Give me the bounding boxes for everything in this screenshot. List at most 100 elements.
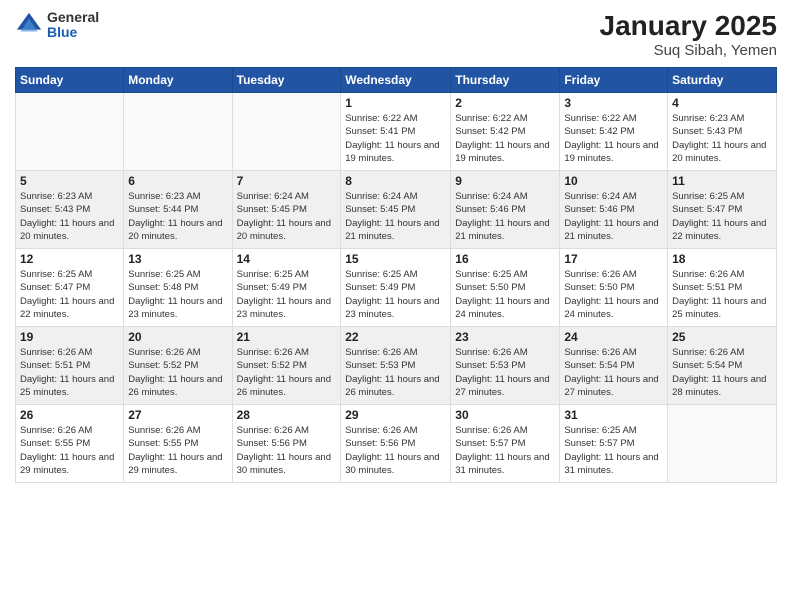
calendar-day-cell: 20 Sunrise: 6:26 AMSunset: 5:52 PMDayligh…	[124, 327, 232, 405]
calendar-day-cell: 12 Sunrise: 6:25 AMSunset: 5:47 PMDayligh…	[16, 249, 124, 327]
page: General Blue January 2025 Suq Sibah, Yem…	[0, 0, 792, 612]
header: General Blue January 2025 Suq Sibah, Yem…	[15, 10, 777, 59]
day-detail: Sunrise: 6:22 AMSunset: 5:42 PMDaylight:…	[455, 112, 555, 165]
day-detail: Sunrise: 6:26 AMSunset: 5:54 PMDaylight:…	[672, 346, 772, 399]
calendar-day-cell: 17 Sunrise: 6:26 AMSunset: 5:50 PMDayligh…	[560, 249, 668, 327]
day-number: 26	[20, 408, 119, 422]
day-number: 11	[672, 174, 772, 188]
calendar-subtitle: Suq Sibah, Yemen	[600, 42, 777, 59]
day-detail: Sunrise: 6:25 AMSunset: 5:47 PMDaylight:…	[20, 268, 119, 321]
day-number: 3	[564, 96, 663, 110]
header-thursday: Thursday	[451, 68, 560, 93]
logo: General Blue	[15, 10, 99, 41]
day-detail: Sunrise: 6:24 AMSunset: 5:45 PMDaylight:…	[345, 190, 446, 243]
calendar-week-row: 5Sunrise: 6:23 AMSunset: 5:43 PMDaylight…	[16, 171, 777, 249]
day-number: 5	[20, 174, 119, 188]
calendar-day-cell: 11 Sunrise: 6:25 AMSunset: 5:47 PMDayligh…	[668, 171, 777, 249]
day-number: 20	[128, 330, 227, 344]
day-number: 22	[345, 330, 446, 344]
calendar-day-cell: 3 Sunrise: 6:22 AMSunset: 5:42 PMDaylight…	[560, 93, 668, 171]
day-number: 14	[237, 252, 337, 266]
day-detail: Sunrise: 6:26 AMSunset: 5:52 PMDaylight:…	[128, 346, 227, 399]
day-number: 7	[237, 174, 337, 188]
calendar-day-cell: 26 Sunrise: 6:26 AMSunset: 5:55 PMDayligh…	[16, 405, 124, 483]
day-detail: Sunrise: 6:26 AMSunset: 5:53 PMDaylight:…	[345, 346, 446, 399]
calendar-day-cell: 5Sunrise: 6:23 AMSunset: 5:43 PMDaylight…	[16, 171, 124, 249]
calendar-day-cell: 27 Sunrise: 6:26 AMSunset: 5:55 PMDayligh…	[124, 405, 232, 483]
day-detail: Sunrise: 6:26 AMSunset: 5:52 PMDaylight:…	[237, 346, 337, 399]
logo-general: General	[47, 10, 99, 25]
calendar-table: Sunday Monday Tuesday Wednesday Thursday…	[15, 67, 777, 483]
day-detail: Sunrise: 6:26 AMSunset: 5:51 PMDaylight:…	[20, 346, 119, 399]
day-detail: Sunrise: 6:26 AMSunset: 5:50 PMDaylight:…	[564, 268, 663, 321]
day-detail: Sunrise: 6:24 AMSunset: 5:45 PMDaylight:…	[237, 190, 337, 243]
calendar-day-cell: 10Sunrise: 6:24 AMSunset: 5:46 PMDayligh…	[560, 171, 668, 249]
calendar-day-cell: 23 Sunrise: 6:26 AMSunset: 5:53 PMDayligh…	[451, 327, 560, 405]
day-number: 13	[128, 252, 227, 266]
day-detail: Sunrise: 6:25 AMSunset: 5:49 PMDaylight:…	[237, 268, 337, 321]
logo-icon	[15, 11, 43, 39]
header-sunday: Sunday	[16, 68, 124, 93]
day-number: 19	[20, 330, 119, 344]
calendar-week-row: 26 Sunrise: 6:26 AMSunset: 5:55 PMDayligh…	[16, 405, 777, 483]
logo-blue: Blue	[47, 25, 99, 40]
calendar-day-cell: 31Sunrise: 6:25 AMSunset: 5:57 PMDayligh…	[560, 405, 668, 483]
calendar-day-cell: 30Sunrise: 6:26 AMSunset: 5:57 PMDayligh…	[451, 405, 560, 483]
day-detail: Sunrise: 6:26 AMSunset: 5:54 PMDaylight:…	[564, 346, 663, 399]
day-number: 10	[564, 174, 663, 188]
day-number: 17	[564, 252, 663, 266]
calendar-day-cell: 28 Sunrise: 6:26 AMSunset: 5:56 PMDayligh…	[232, 405, 341, 483]
day-detail: Sunrise: 6:26 AMSunset: 5:56 PMDaylight:…	[237, 424, 337, 477]
day-detail: Sunrise: 6:26 AMSunset: 5:55 PMDaylight:…	[20, 424, 119, 477]
day-detail: Sunrise: 6:26 AMSunset: 5:51 PMDaylight:…	[672, 268, 772, 321]
day-number: 2	[455, 96, 555, 110]
header-monday: Monday	[124, 68, 232, 93]
calendar-day-cell: 1Sunrise: 6:22 AMSunset: 5:41 PMDaylight…	[341, 93, 451, 171]
calendar-day-cell: 29Sunrise: 6:26 AMSunset: 5:56 PMDayligh…	[341, 405, 451, 483]
calendar-day-cell: 13Sunrise: 6:25 AMSunset: 5:48 PMDayligh…	[124, 249, 232, 327]
header-saturday: Saturday	[668, 68, 777, 93]
calendar-day-cell: 14 Sunrise: 6:25 AMSunset: 5:49 PMDayligh…	[232, 249, 341, 327]
day-number: 6	[128, 174, 227, 188]
day-number: 28	[237, 408, 337, 422]
day-number: 12	[20, 252, 119, 266]
calendar-day-cell	[16, 93, 124, 171]
calendar-day-cell: 15 Sunrise: 6:25 AMSunset: 5:49 PMDayligh…	[341, 249, 451, 327]
calendar-day-cell: 21 Sunrise: 6:26 AMSunset: 5:52 PMDayligh…	[232, 327, 341, 405]
day-number: 4	[672, 96, 772, 110]
day-number: 9	[455, 174, 555, 188]
calendar-week-row: 1Sunrise: 6:22 AMSunset: 5:41 PMDaylight…	[16, 93, 777, 171]
day-detail: Sunrise: 6:22 AMSunset: 5:42 PMDaylight:…	[564, 112, 663, 165]
day-number: 23	[455, 330, 555, 344]
day-detail: Sunrise: 6:25 AMSunset: 5:50 PMDaylight:…	[455, 268, 555, 321]
calendar-day-cell: 24 Sunrise: 6:26 AMSunset: 5:54 PMDayligh…	[560, 327, 668, 405]
calendar-day-cell: 18Sunrise: 6:26 AMSunset: 5:51 PMDayligh…	[668, 249, 777, 327]
day-detail: Sunrise: 6:26 AMSunset: 5:53 PMDaylight:…	[455, 346, 555, 399]
calendar-day-cell: 7 Sunrise: 6:24 AMSunset: 5:45 PMDaylight…	[232, 171, 341, 249]
calendar-day-cell	[124, 93, 232, 171]
weekday-header-row: Sunday Monday Tuesday Wednesday Thursday…	[16, 68, 777, 93]
calendar-day-cell: 2 Sunrise: 6:22 AMSunset: 5:42 PMDaylight…	[451, 93, 560, 171]
header-tuesday: Tuesday	[232, 68, 341, 93]
calendar-day-cell: 19 Sunrise: 6:26 AMSunset: 5:51 PMDayligh…	[16, 327, 124, 405]
calendar-day-cell: 4 Sunrise: 6:23 AMSunset: 5:43 PMDaylight…	[668, 93, 777, 171]
day-detail: Sunrise: 6:25 AMSunset: 5:49 PMDaylight:…	[345, 268, 446, 321]
day-number: 1	[345, 96, 446, 110]
day-number: 15	[345, 252, 446, 266]
calendar-title: January 2025	[600, 10, 777, 42]
calendar-day-cell: 25Sunrise: 6:26 AMSunset: 5:54 PMDayligh…	[668, 327, 777, 405]
day-detail: Sunrise: 6:25 AMSunset: 5:57 PMDaylight:…	[564, 424, 663, 477]
day-number: 8	[345, 174, 446, 188]
day-detail: Sunrise: 6:23 AMSunset: 5:43 PMDaylight:…	[672, 112, 772, 165]
day-number: 21	[237, 330, 337, 344]
day-detail: Sunrise: 6:25 AMSunset: 5:47 PMDaylight:…	[672, 190, 772, 243]
calendar-week-row: 12 Sunrise: 6:25 AMSunset: 5:47 PMDayligh…	[16, 249, 777, 327]
calendar-day-cell: 22 Sunrise: 6:26 AMSunset: 5:53 PMDayligh…	[341, 327, 451, 405]
day-number: 24	[564, 330, 663, 344]
calendar-day-cell: 16Sunrise: 6:25 AMSunset: 5:50 PMDayligh…	[451, 249, 560, 327]
calendar-day-cell: 6Sunrise: 6:23 AMSunset: 5:44 PMDaylight…	[124, 171, 232, 249]
day-number: 27	[128, 408, 227, 422]
day-detail: Sunrise: 6:24 AMSunset: 5:46 PMDaylight:…	[455, 190, 555, 243]
day-number: 29	[345, 408, 446, 422]
day-detail: Sunrise: 6:26 AMSunset: 5:55 PMDaylight:…	[128, 424, 227, 477]
